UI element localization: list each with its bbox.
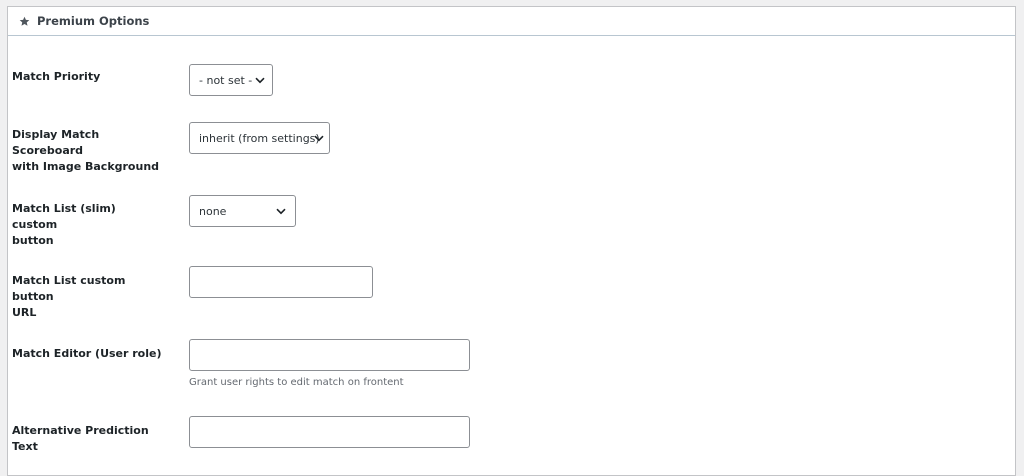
alt-prediction-text-input[interactable] [189, 416, 470, 448]
custom-button-url-label: Match List custom button URL [12, 273, 162, 321]
slim-custom-button-label-line2: button [12, 234, 54, 247]
custom-button-url-label-line1: Match List custom button [12, 274, 126, 303]
match-editor-input[interactable] [189, 339, 470, 371]
match-editor-label: Match Editor (User role) [12, 347, 162, 360]
scoreboard-background-value: inherit (from settings) [199, 131, 320, 145]
slim-custom-button-select[interactable]: none [189, 195, 296, 227]
slim-custom-button-label: Match List (slim) custom button [12, 201, 162, 249]
match-priority-label: Match Priority [12, 70, 101, 83]
star-icon [19, 16, 30, 26]
scoreboard-background-label-line1: Display Match Scoreboard [12, 128, 100, 157]
match-editor-help-text: Grant user rights to edit match on front… [189, 377, 404, 388]
match-priority-select[interactable]: - not set - [189, 64, 273, 96]
slim-custom-button-label-line1: Match List (slim) custom [12, 202, 116, 231]
scoreboard-background-label: Display Match Scoreboard with Image Back… [12, 127, 162, 175]
chevron-down-icon [314, 135, 324, 142]
panel-header[interactable]: Premium Options [8, 7, 1015, 36]
chevron-down-icon [255, 77, 265, 84]
custom-button-url-input[interactable] [189, 266, 373, 298]
scoreboard-background-select[interactable]: inherit (from settings) [189, 122, 330, 154]
custom-button-url-label-line2: URL [12, 306, 37, 319]
slim-custom-button-value: none [199, 204, 227, 218]
panel-title: Premium Options [37, 14, 150, 28]
alt-prediction-text-label: Alternative Prediction Text [12, 424, 149, 453]
scoreboard-background-label-line2: with Image Background [12, 160, 160, 173]
match-priority-value: - not set - [199, 73, 253, 87]
chevron-down-icon [276, 208, 286, 215]
